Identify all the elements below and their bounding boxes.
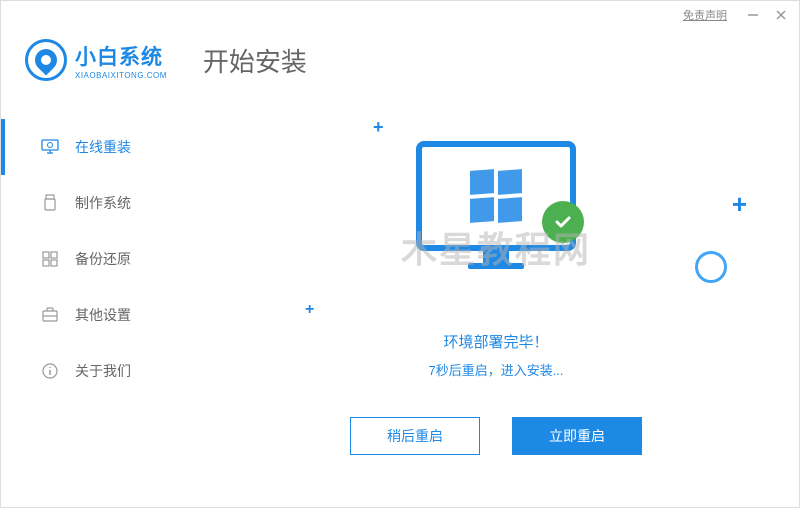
app-window: 免责声明 小白系统 XIAOBAIXITONG.COM 开始安装 在线重装 <box>0 0 800 508</box>
disclaimer-link[interactable]: 免责声明 <box>683 7 727 23</box>
sidebar-item-make-system[interactable]: 制作系统 <box>1 175 193 231</box>
sidebar-item-label: 备份还原 <box>75 249 131 269</box>
sidebar-item-settings[interactable]: 其他设置 <box>1 287 193 343</box>
sidebar-item-label: 制作系统 <box>75 193 131 213</box>
page-title: 开始安装 <box>203 42 307 79</box>
logo-subtitle: XIAOBAIXITONG.COM <box>75 71 167 80</box>
header: 小白系统 XIAOBAIXITONG.COM 开始安装 <box>1 29 799 101</box>
briefcase-icon <box>41 306 59 324</box>
titlebar: 免责声明 <box>1 1 799 29</box>
status-block: 环境部署完毕！ 7秒后重启，进入安装... <box>428 331 563 379</box>
sidebar-item-about[interactable]: 关于我们 <box>1 343 193 399</box>
monitor-reinstall-icon <box>41 138 59 156</box>
main-content: + + + 木星教程网 <box>193 101 799 507</box>
sidebar-item-label: 关于我们 <box>75 361 131 381</box>
usb-icon <box>41 194 59 212</box>
grid-icon <box>41 250 59 268</box>
logo: 小白系统 XIAOBAIXITONG.COM <box>25 39 167 81</box>
info-icon <box>41 362 59 380</box>
monitor-illustration <box>406 141 586 281</box>
minimize-icon <box>747 9 759 21</box>
minimize-button[interactable] <box>743 5 763 25</box>
circle-decoration-icon <box>695 251 727 283</box>
button-row: 稍后重启 立即重启 <box>350 417 642 455</box>
restart-now-button[interactable]: 立即重启 <box>512 417 642 455</box>
sidebar: 在线重装 制作系统 备份还原 其他设置 <box>1 101 193 507</box>
plus-decoration-icon: + <box>732 189 747 220</box>
sidebar-item-label: 其他设置 <box>75 305 131 325</box>
plus-decoration-icon: + <box>305 301 314 319</box>
sidebar-item-backup[interactable]: 备份还原 <box>1 231 193 287</box>
sidebar-item-label: 在线重装 <box>75 137 131 157</box>
status-text: 环境部署完毕！ <box>428 331 563 352</box>
windows-flag-icon <box>470 170 522 222</box>
status-countdown: 7秒后重启，进入安装... <box>428 360 563 379</box>
logo-title: 小白系统 <box>75 41 167 71</box>
sidebar-item-reinstall[interactable]: 在线重装 <box>1 119 193 175</box>
close-icon <box>775 9 787 21</box>
body: 在线重装 制作系统 备份还原 其他设置 <box>1 101 799 507</box>
restart-later-button[interactable]: 稍后重启 <box>350 417 480 455</box>
success-check-icon <box>542 201 584 243</box>
plus-decoration-icon: + <box>373 117 384 138</box>
close-button[interactable] <box>771 5 791 25</box>
logo-icon <box>25 39 67 81</box>
